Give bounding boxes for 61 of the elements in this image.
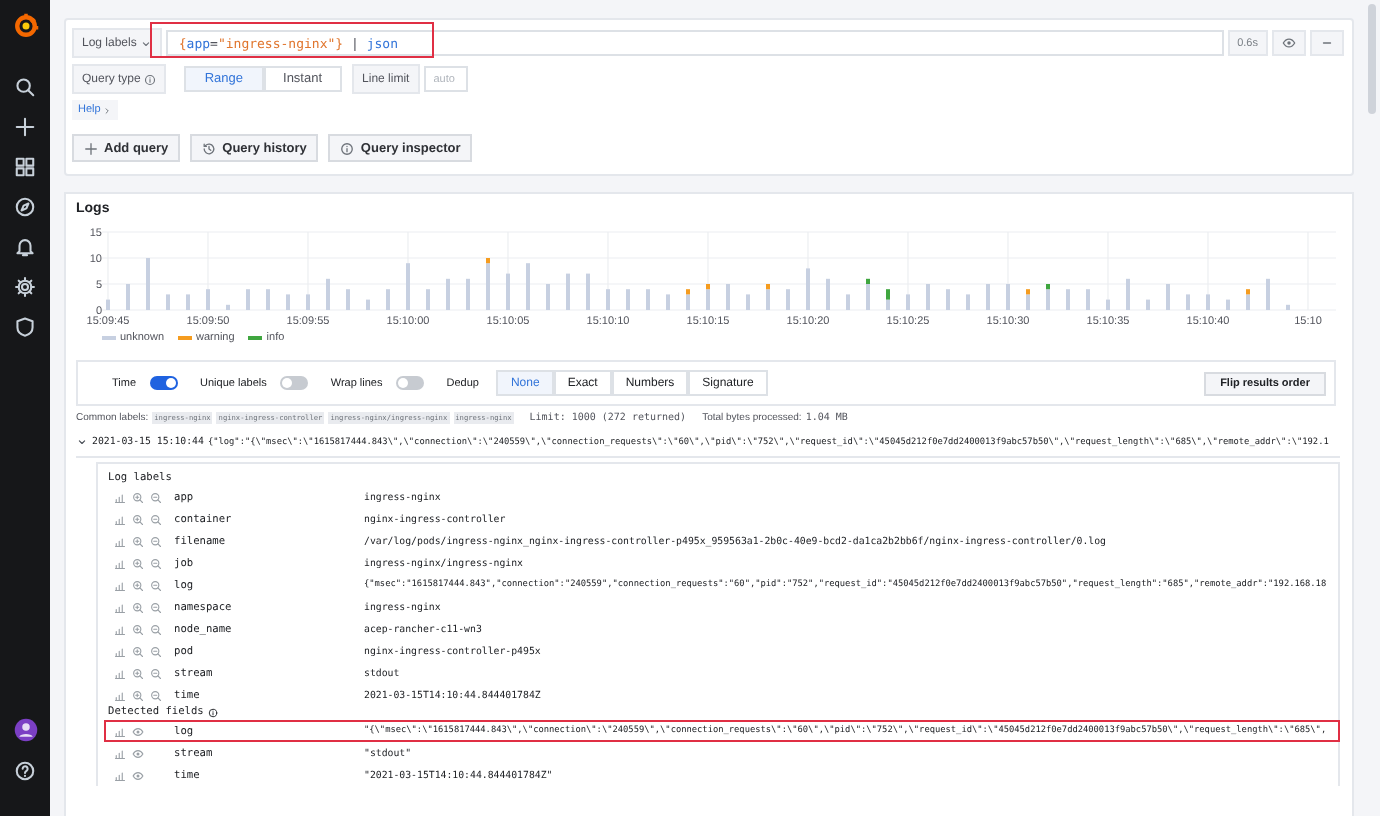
eye-icon	[1282, 36, 1296, 50]
zoom-out-icon[interactable]	[150, 491, 162, 503]
zoom-out-icon[interactable]	[150, 667, 162, 679]
zoom-out-icon[interactable]	[150, 689, 162, 701]
zoom-out-icon[interactable]	[150, 535, 162, 547]
stats-icon[interactable]	[114, 491, 126, 503]
stats-icon[interactable]	[114, 769, 126, 781]
toggle-visibility-button[interactable]	[1272, 30, 1306, 56]
info-icon	[207, 707, 218, 717]
zoom-out-icon[interactable]	[150, 557, 162, 569]
help-icon[interactable]	[14, 760, 36, 782]
user-avatar-icon[interactable]	[13, 718, 37, 742]
zoom-in-icon[interactable]	[132, 601, 144, 613]
zoom-out-icon[interactable]	[150, 601, 162, 613]
toggle-switch[interactable]	[396, 376, 425, 390]
compass-icon[interactable]	[14, 196, 36, 218]
stats-icon[interactable]	[114, 725, 126, 737]
zoom-in-icon[interactable]	[132, 513, 144, 525]
settings-icon[interactable]	[14, 276, 36, 298]
zoom-out-icon[interactable]	[150, 623, 162, 635]
chevron-right-icon	[102, 105, 113, 115]
plus-icon[interactable]	[14, 116, 36, 138]
stats-icon[interactable]	[114, 689, 126, 701]
stats-icon[interactable]	[114, 535, 126, 547]
zoom-out-icon[interactable]	[150, 579, 162, 591]
history-icon	[202, 141, 217, 155]
search-icon[interactable]	[14, 76, 36, 98]
grafana-logo-icon	[11, 12, 39, 40]
zoom-out-icon[interactable]	[150, 513, 162, 525]
chevron-down-icon[interactable]	[76, 436, 88, 448]
zoom-in-icon[interactable]	[132, 645, 144, 657]
info-icon	[144, 73, 157, 85]
eye-icon[interactable]	[132, 725, 144, 737]
stats-icon[interactable]	[114, 747, 126, 759]
shield-icon[interactable]	[14, 316, 36, 338]
bell-icon[interactable]	[14, 236, 36, 258]
zoom-out-icon[interactable]	[150, 645, 162, 657]
stats-icon[interactable]	[114, 645, 126, 657]
toggle-switch[interactable]	[280, 376, 309, 390]
stats-icon[interactable]	[114, 579, 126, 591]
stats-icon[interactable]	[114, 513, 126, 525]
zoom-in-icon[interactable]	[132, 579, 144, 591]
info-icon	[340, 141, 355, 155]
zoom-in-icon[interactable]	[132, 557, 144, 569]
dashboards-icon[interactable]	[14, 156, 36, 178]
stats-icon[interactable]	[114, 623, 126, 635]
stats-icon[interactable]	[114, 601, 126, 613]
eye-icon[interactable]	[132, 747, 144, 759]
zoom-in-icon[interactable]	[132, 667, 144, 679]
zoom-in-icon[interactable]	[132, 535, 144, 547]
zoom-in-icon[interactable]	[132, 689, 144, 701]
minus-icon	[1320, 36, 1334, 50]
plus-icon	[84, 141, 98, 155]
toggle-switch[interactable]	[150, 376, 179, 390]
zoom-in-icon[interactable]	[132, 491, 144, 503]
eye-icon[interactable]	[132, 769, 144, 781]
scrollbar-thumb[interactable]	[1368, 4, 1376, 114]
caret-icon	[140, 37, 153, 49]
zoom-in-icon[interactable]	[132, 623, 144, 635]
stats-icon[interactable]	[114, 557, 126, 569]
stats-icon[interactable]	[114, 667, 126, 679]
